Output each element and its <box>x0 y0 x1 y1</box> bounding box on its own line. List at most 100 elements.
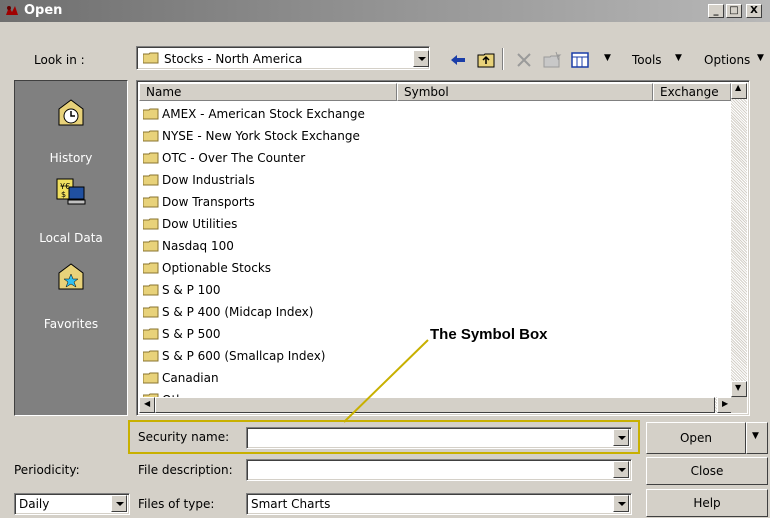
file-name: Optionable Stocks <box>162 261 272 275</box>
list-item[interactable]: Dow Utilities <box>143 213 237 235</box>
chevron-down-icon[interactable] <box>111 495 127 512</box>
folder-icon <box>143 372 159 384</box>
local-data-icon: ¥€ $ <box>56 178 86 205</box>
folder-icon <box>143 196 159 208</box>
place-label: History <box>49 151 93 165</box>
places-bar: History ¥€ $ Local Data Favorites <box>14 80 128 416</box>
list-item[interactable]: Optionable Stocks <box>143 257 271 279</box>
list-item[interactable]: S & P 500 <box>143 323 221 345</box>
favorites-icon <box>58 263 84 290</box>
file-name: Canadian <box>162 371 219 385</box>
views-chevron-down-icon[interactable]: ▼ <box>604 53 611 63</box>
tools-menu[interactable]: Tools <box>632 53 662 67</box>
files-of-type-value: Smart Charts <box>251 497 331 511</box>
periodicity-dropdown[interactable]: Daily <box>14 493 130 515</box>
folder-icon <box>143 328 159 340</box>
open-split-button[interactable]: ▼ <box>746 422 768 454</box>
chevron-down-icon: ▼ <box>752 431 759 441</box>
file-name: S & P 100 <box>162 283 221 297</box>
place-local-data[interactable]: ¥€ $ Local Data <box>15 175 127 255</box>
new-folder-icon[interactable] <box>542 50 562 70</box>
list-item[interactable]: AMEX - American Stock Exchange <box>143 103 365 125</box>
window-title: Open <box>24 3 63 18</box>
chevron-down-icon[interactable] <box>613 429 629 446</box>
down-arrow-icon: ▼ <box>735 383 742 392</box>
list-item[interactable]: NYSE - New York Stock Exchange <box>143 125 360 147</box>
back-arrow-icon[interactable] <box>448 50 468 70</box>
up-folder-icon[interactable] <box>476 50 496 70</box>
list-item[interactable]: S & P 400 (Midcap Index) <box>143 301 313 323</box>
tools-chevron-down-icon: ▼ <box>675 53 682 63</box>
list-item[interactable]: Nasdaq 100 <box>143 235 234 257</box>
list-item[interactable]: Canadian <box>143 367 219 389</box>
toolbar-separator <box>502 48 504 70</box>
title-bar[interactable]: Open _ □ X <box>0 0 770 22</box>
security-name-input[interactable] <box>246 427 632 449</box>
close-button[interactable]: X <box>746 4 762 18</box>
chevron-down-icon[interactable] <box>613 495 629 512</box>
list-item[interactable]: S & P 100 <box>143 279 221 301</box>
look-in-value: Stocks - North America <box>164 52 303 66</box>
chevron-down-icon[interactable] <box>413 50 429 67</box>
vertical-scrollbar[interactable]: ▲ ▼ <box>731 83 747 397</box>
scroll-up-button[interactable]: ▲ <box>731 83 747 99</box>
minimize-button[interactable]: _ <box>708 4 724 18</box>
file-name: Dow Utilities <box>162 217 238 231</box>
periodicity-value: Daily <box>19 497 50 511</box>
look-in-label: Look in : <box>34 53 85 67</box>
folder-icon <box>143 350 159 362</box>
folder-icon <box>143 240 159 252</box>
folder-icon <box>143 174 159 186</box>
up-arrow-icon: ▲ <box>735 83 742 92</box>
place-favorites[interactable]: Favorites <box>15 255 127 335</box>
file-name: S & P 400 (Midcap Index) <box>162 305 314 319</box>
look-in-dropdown[interactable]: Stocks - North America <box>136 46 430 70</box>
folder-icon <box>143 108 159 120</box>
scroll-corner <box>731 397 747 413</box>
list-item[interactable]: S & P 600 (Smallcap Index) <box>143 345 325 367</box>
list-item[interactable]: Dow Transports <box>143 191 255 213</box>
folder-icon <box>143 284 159 296</box>
file-name: Dow Industrials <box>162 173 255 187</box>
history-icon <box>58 99 84 126</box>
chevron-down-icon[interactable] <box>613 461 629 478</box>
help-button[interactable]: Help <box>646 489 768 517</box>
app-icon <box>6 6 18 15</box>
files-of-type-label: Files of type: <box>138 497 215 511</box>
annotation-pointer <box>343 339 429 423</box>
folder-icon <box>143 262 159 274</box>
column-header-exchange[interactable]: Exchange <box>653 83 731 101</box>
maximize-button[interactable]: □ <box>726 4 742 18</box>
folder-icon <box>143 218 159 230</box>
column-header-name[interactable]: Name <box>139 83 397 101</box>
file-description-input[interactable] <box>246 459 632 481</box>
file-name: Dow Transports <box>162 195 255 209</box>
options-menu[interactable]: Options <box>704 53 750 67</box>
file-name: OTC - Over The Counter <box>162 151 306 165</box>
file-list[interactable]: Name Symbol Exchange AMEX - American Sto… <box>136 80 750 416</box>
file-name: Nasdaq 100 <box>162 239 234 253</box>
delete-icon[interactable] <box>514 50 534 70</box>
scroll-left-button[interactable]: ◀ <box>139 397 155 413</box>
open-button[interactable]: Open <box>646 422 746 454</box>
svg-text:$: $ <box>61 190 66 199</box>
files-of-type-dropdown[interactable]: Smart Charts <box>246 493 632 515</box>
security-name-label: Security name: <box>138 430 230 444</box>
place-history[interactable]: History <box>15 95 127 175</box>
close-dialog-button[interactable]: Close <box>646 457 768 485</box>
folder-icon <box>143 152 159 164</box>
file-name: S & P 600 (Smallcap Index) <box>162 349 326 363</box>
file-name: S & P 500 <box>162 327 221 341</box>
options-chevron-down-icon: ▼ <box>757 53 764 63</box>
place-label: Favorites <box>43 317 99 331</box>
folder-icon <box>143 130 159 142</box>
list-item[interactable]: OTC - Over The Counter <box>143 147 305 169</box>
views-icon[interactable] <box>570 50 590 70</box>
folder-icon <box>143 52 159 64</box>
left-arrow-icon: ◀ <box>144 399 151 408</box>
column-header-symbol[interactable]: Symbol <box>397 83 653 101</box>
right-arrow-icon: ▶ <box>722 399 729 408</box>
scroll-down-button[interactable]: ▼ <box>731 381 747 397</box>
list-item[interactable]: Dow Industrials <box>143 169 255 191</box>
file-name: NYSE - New York Stock Exchange <box>162 129 360 143</box>
